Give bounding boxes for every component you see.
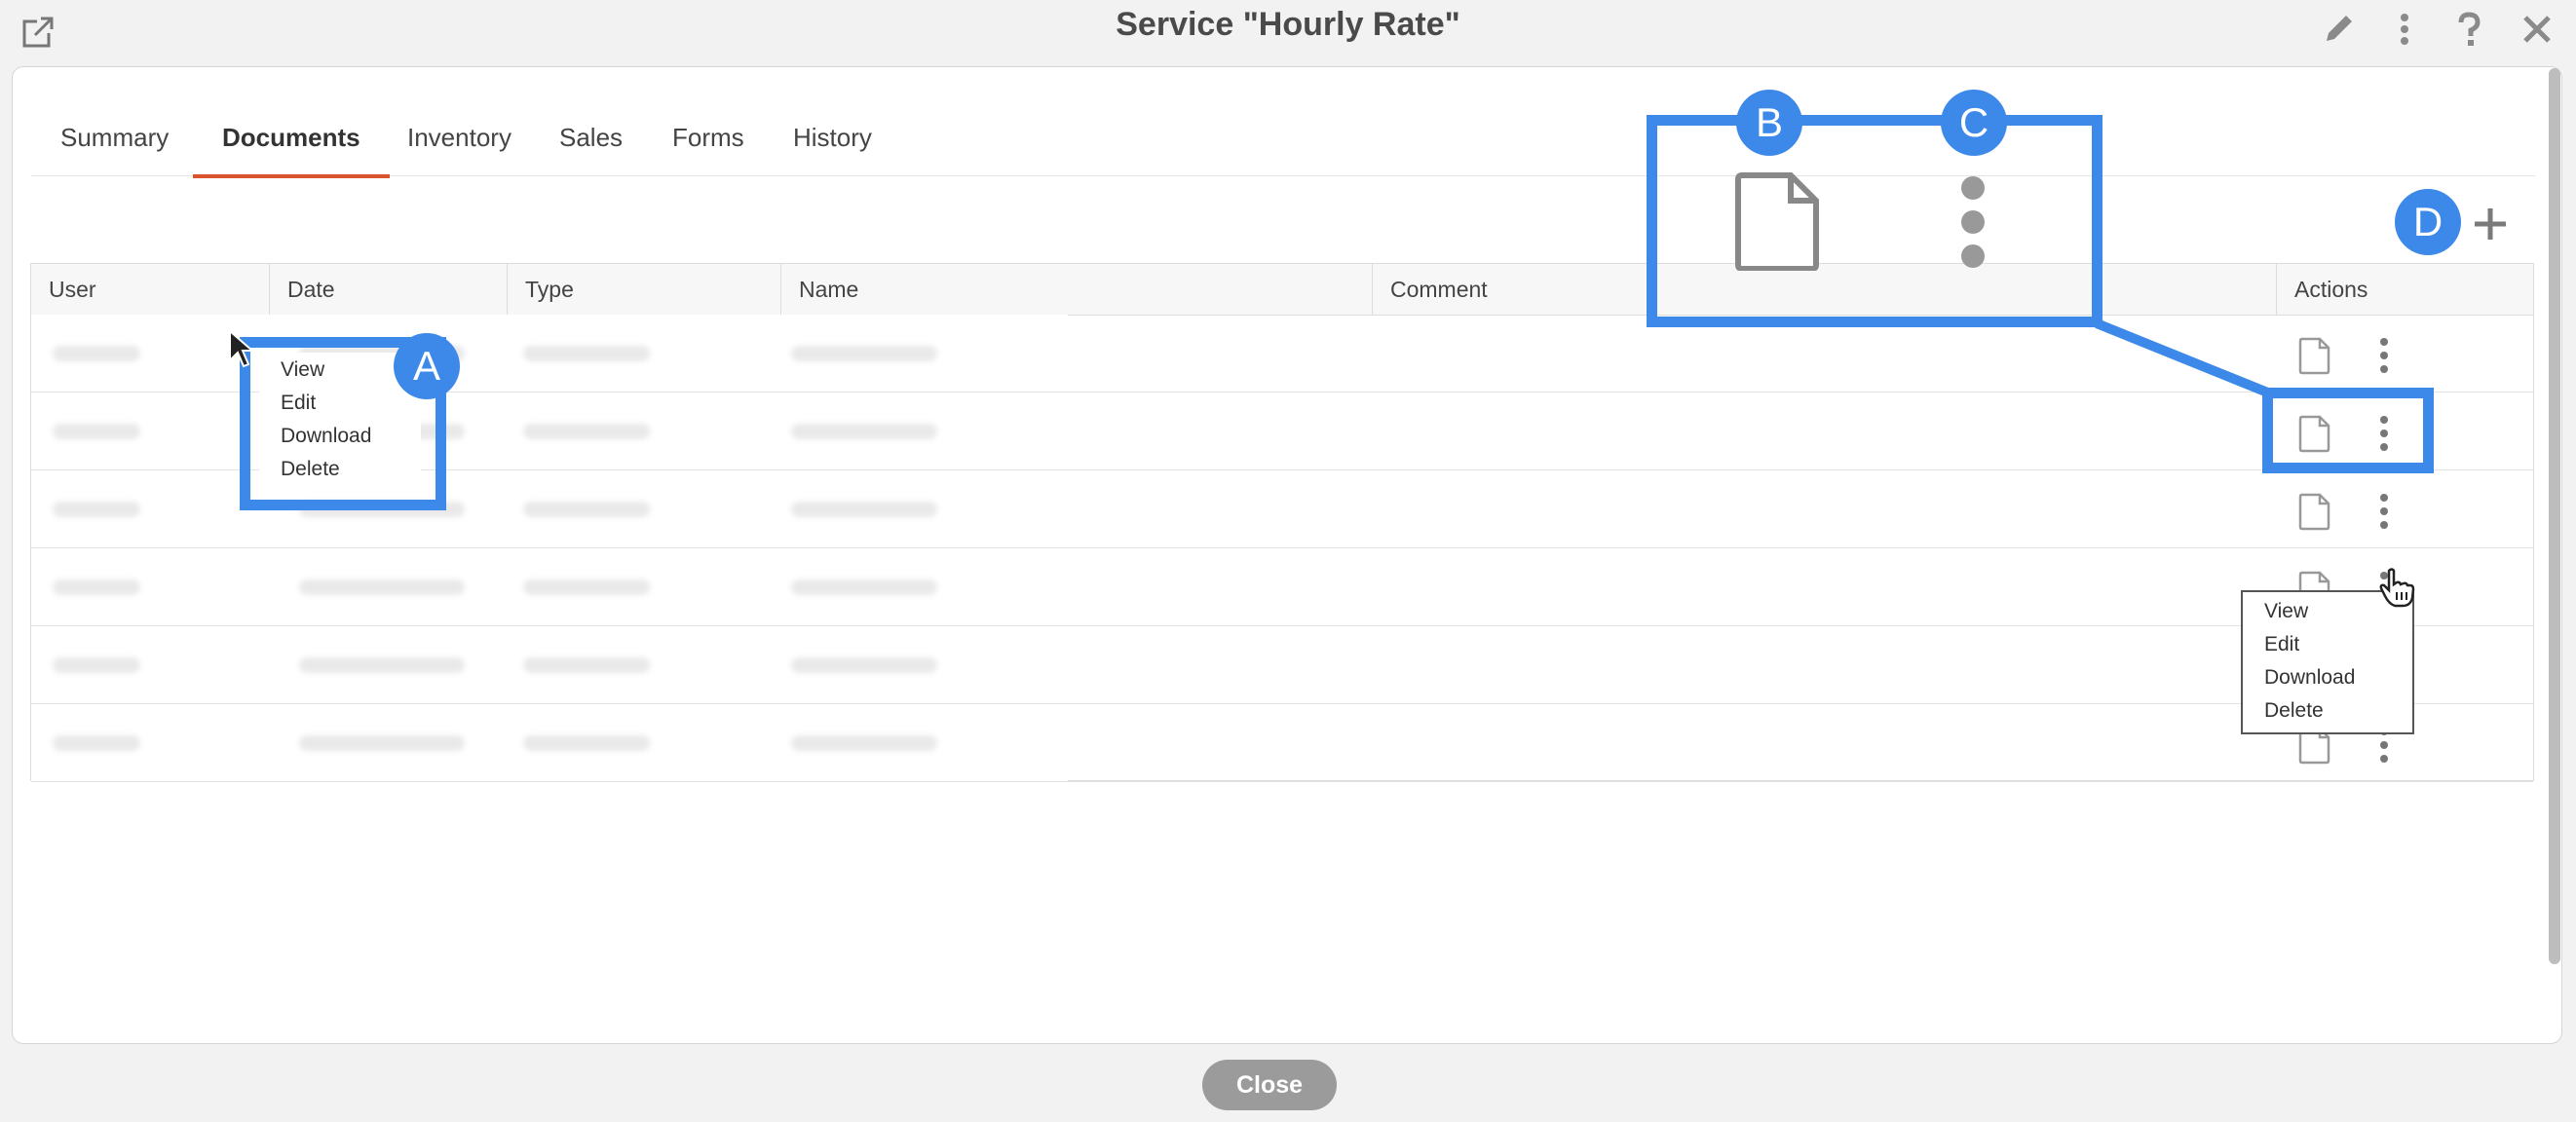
tab-history[interactable]: History (764, 123, 901, 174)
arrow-cursor-icon (229, 329, 255, 368)
more-vertical-icon[interactable] (2373, 492, 2395, 531)
row-context-menu: View Edit Download Delete (259, 353, 421, 489)
close-button[interactable]: Close (1202, 1060, 1337, 1110)
more-vertical-icon[interactable] (2373, 336, 2395, 375)
column-header-date[interactable]: Date (270, 264, 508, 315)
scrollbar[interactable] (2549, 68, 2560, 964)
redacted-cell (53, 346, 140, 361)
redacted-cell (53, 424, 140, 439)
redacted-cell (53, 735, 140, 751)
tab-forms[interactable]: Forms (643, 123, 774, 174)
actions-context-menu: View Edit Download Delete (2241, 590, 2414, 734)
redacted-cell (523, 735, 650, 751)
menu-item-view[interactable]: View (2264, 600, 2308, 623)
redacted-cell (791, 346, 937, 361)
column-header-user[interactable]: User (31, 264, 270, 315)
tab-summary[interactable]: Summary (31, 123, 198, 174)
column-header-comment[interactable]: Comment (1373, 264, 2277, 315)
redacted-cell (299, 735, 465, 751)
menu-item-view[interactable]: View (281, 358, 324, 382)
title-bar: Service "Hourly Rate" (0, 0, 2576, 66)
tab-bar: Summary Documents Inventory Sales Forms … (31, 103, 2535, 178)
column-header-type[interactable]: Type (508, 264, 781, 315)
document-icon[interactable] (2296, 492, 2331, 531)
menu-item-delete[interactable]: Delete (2264, 699, 2324, 723)
column-header-actions[interactable]: Actions (2277, 264, 2533, 315)
redacted-cell (299, 502, 465, 517)
menu-item-edit[interactable]: Edit (2264, 633, 2299, 656)
redacted-cell (53, 502, 140, 517)
redacted-cell (523, 346, 650, 361)
redacted-cell (791, 580, 937, 595)
pencil-icon[interactable] (2319, 10, 2358, 49)
help-icon[interactable] (2449, 10, 2488, 49)
table-row[interactable] (31, 548, 2533, 626)
plus-icon[interactable] (2471, 205, 2510, 243)
row-cells (31, 393, 1068, 469)
row-cells (31, 626, 1068, 703)
table-row[interactable] (31, 626, 2533, 704)
row-cells (31, 315, 1068, 392)
redacted-cell (299, 580, 465, 595)
redacted-cell (791, 735, 937, 751)
close-icon[interactable] (2518, 10, 2557, 49)
redacted-cell (791, 502, 937, 517)
document-icon[interactable] (2296, 414, 2331, 453)
menu-item-edit[interactable]: Edit (281, 392, 316, 415)
redacted-cell (299, 657, 465, 673)
more-vertical-icon[interactable] (2385, 10, 2424, 49)
hand-cursor-icon (2379, 568, 2415, 608)
documents-table: User Date Type Name Comment Actions (30, 263, 2534, 782)
tab-sales[interactable]: Sales (530, 123, 652, 174)
redacted-cell (791, 424, 937, 439)
redacted-cell (523, 580, 650, 595)
redacted-cell (523, 657, 650, 673)
redacted-cell (53, 657, 140, 673)
redacted-cell (791, 657, 937, 673)
redacted-cell (53, 580, 140, 595)
document-icon (1735, 172, 1819, 271)
menu-item-download[interactable]: Download (281, 425, 371, 448)
table-header: User Date Type Name Comment Actions (31, 264, 2533, 316)
row-cells (31, 470, 1068, 547)
more-vertical-icon (1961, 176, 1985, 268)
more-vertical-icon[interactable] (2373, 414, 2395, 453)
table-row[interactable] (31, 704, 2533, 782)
menu-item-delete[interactable]: Delete (281, 458, 340, 481)
menu-item-download[interactable]: Download (2264, 666, 2355, 690)
tab-documents[interactable]: Documents (193, 123, 390, 178)
redacted-cell (523, 424, 650, 439)
document-icon[interactable] (2296, 336, 2331, 375)
row-cells (31, 548, 1068, 625)
redacted-cell (523, 502, 650, 517)
column-header-name[interactable]: Name (781, 264, 1373, 315)
row-cells (31, 704, 1068, 781)
tab-inventory[interactable]: Inventory (378, 123, 541, 174)
dialog-title: Service "Hourly Rate" (1116, 6, 1460, 43)
